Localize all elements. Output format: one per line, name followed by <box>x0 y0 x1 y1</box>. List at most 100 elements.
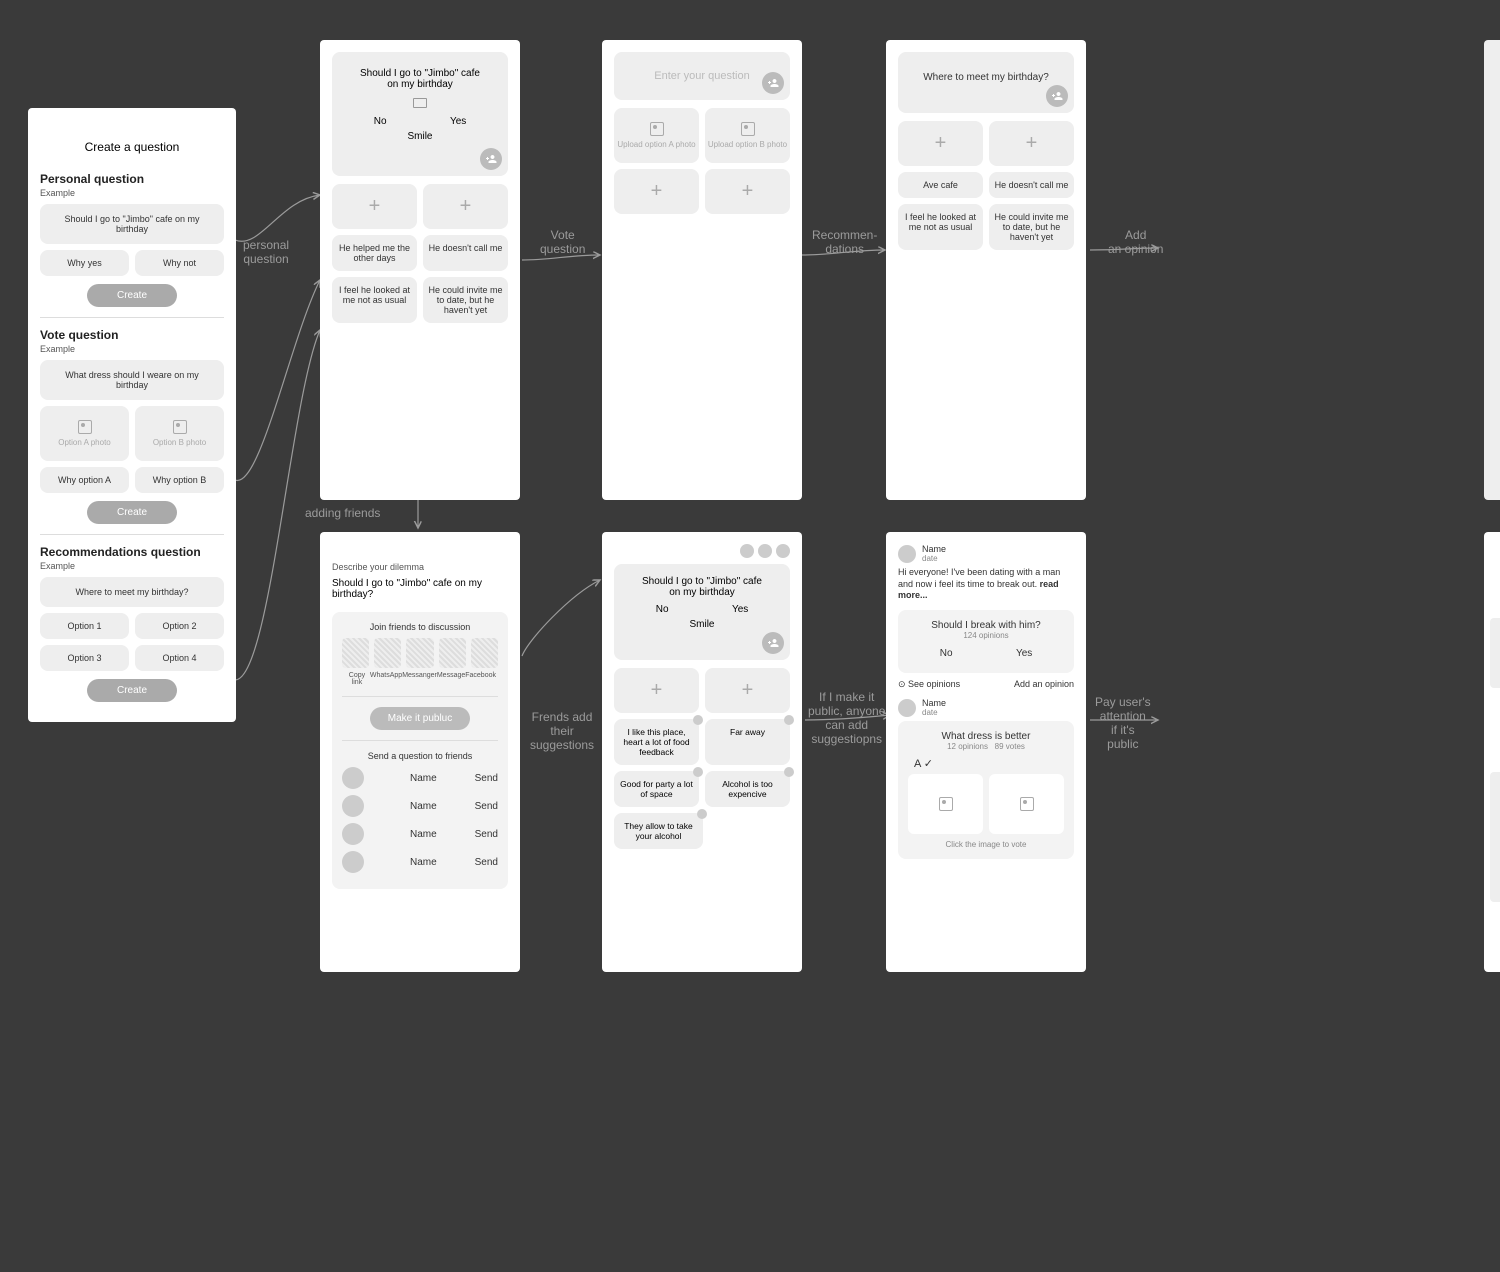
option-1[interactable]: Option 1 <box>40 613 129 639</box>
option-card[interactable]: He could invite me to date, but he haven… <box>989 204 1074 250</box>
option-card[interactable]: Ave cafe <box>898 172 983 198</box>
recom-question: Where to meet my birthday? <box>898 52 1074 113</box>
vote-smile[interactable]: Smile <box>689 619 714 630</box>
suggestion-card[interactable]: Good for party a lot of space <box>614 771 699 807</box>
option-3[interactable]: Option 3 <box>40 645 129 671</box>
upload-a[interactable]: Upload option A photo <box>614 108 699 163</box>
add-suggestion-plus[interactable]: + <box>614 668 699 713</box>
vote-image-b[interactable] <box>989 774 1064 834</box>
vote-yes[interactable]: Yes <box>450 116 466 127</box>
screen-create-question: Create a question Personal question Exam… <box>28 108 236 722</box>
share-qr[interactable] <box>342 638 369 668</box>
suggestion-card[interactable]: I like this place, heart a lot of food f… <box>614 719 699 765</box>
vote-title: Vote question <box>40 328 224 342</box>
option-b-photo[interactable]: Option B photo <box>135 406 224 461</box>
vote-example-label: Example <box>40 344 224 354</box>
add-option-plus[interactable]: + <box>989 121 1074 166</box>
avatar-stack[interactable] <box>740 544 790 558</box>
page-title: Create a question <box>40 140 224 154</box>
send-link[interactable]: Send <box>475 857 498 868</box>
add-people-icon[interactable] <box>762 632 784 654</box>
upload-b[interactable]: Upload option B photo <box>705 108 790 163</box>
vote-yes[interactable]: Yes <box>1016 648 1032 659</box>
add-reason-plus[interactable]: + <box>614 169 699 214</box>
screen-public-feed: Name date Hi everyone! I've been dating … <box>886 532 1086 972</box>
recom-question-card[interactable]: Where to meet my birthday? <box>40 577 224 607</box>
vote-yes[interactable]: Yes <box>732 604 748 615</box>
personal-question-card[interactable]: Should I go to "Jimbo" cafe on my birthd… <box>40 204 224 244</box>
share-messenger[interactable]: Messanger <box>402 672 437 686</box>
why-not[interactable]: Why not <box>135 250 224 276</box>
add-suggestion-plus[interactable]: + <box>705 668 790 713</box>
personal-example-label: Example <box>40 188 224 198</box>
screen-recom-detail: Where to meet my birthday? + + Ave cafe … <box>886 40 1086 500</box>
send-link[interactable]: Send <box>475 829 498 840</box>
vote-no[interactable]: No <box>940 648 953 659</box>
label-recom: Recommen- dations <box>812 228 877 256</box>
vote-no[interactable]: No <box>374 116 387 127</box>
why-yes[interactable]: Why yes <box>40 250 129 276</box>
label-public: If I make it public, anyone can add sugg… <box>808 690 885 746</box>
reason-card[interactable]: I feel he looked at me not as usual <box>332 277 417 323</box>
image-icon <box>939 797 953 811</box>
create-button[interactable]: Create <box>87 284 177 307</box>
make-public-button[interactable]: Make it publuc <box>370 707 470 730</box>
screen-suggestions: Should I go to "Jimbo" cafe on my birthd… <box>602 532 802 972</box>
add-people-icon[interactable] <box>762 72 784 94</box>
create-button[interactable]: Create <box>87 679 177 702</box>
share-qr[interactable] <box>374 638 401 668</box>
share-whatsapp[interactable]: WhatsApp <box>370 672 402 686</box>
add-reason-plus[interactable]: + <box>423 184 508 229</box>
friend-row: NameSend <box>342 767 498 789</box>
image-icon <box>173 420 187 434</box>
dilemma-text[interactable]: Should I go to "Jimbo" cafe on my birthd… <box>332 578 508 600</box>
recom-example-label: Example <box>40 561 224 571</box>
send-title: Send a question to friends <box>342 751 498 761</box>
screen-partial-bottom <box>1484 532 1500 972</box>
option-a-photo[interactable]: Option A photo <box>40 406 129 461</box>
avatar <box>342 823 364 845</box>
vote-no[interactable]: No <box>656 604 669 615</box>
see-opinions-link[interactable]: ⊙ See opinions <box>898 679 960 690</box>
share-copy-link[interactable]: Copy link <box>344 672 370 686</box>
question-input[interactable]: Enter your question <box>614 52 790 100</box>
send-link[interactable]: Send <box>475 801 498 812</box>
option-card[interactable]: I feel he looked at me not as usual <box>898 204 983 250</box>
send-link[interactable]: Send <box>475 773 498 784</box>
share-qr[interactable] <box>439 638 466 668</box>
add-option-plus[interactable]: + <box>898 121 983 166</box>
add-opinion-link[interactable]: Add an opinion <box>1014 679 1074 690</box>
option-2[interactable]: Option 2 <box>135 613 224 639</box>
vote-question-card[interactable]: What dress should I weare on my birthday <box>40 360 224 400</box>
personal-title: Personal question <box>40 172 224 186</box>
add-reason-plus[interactable]: + <box>332 184 417 229</box>
reason-card[interactable]: He could invite me to date, but he haven… <box>423 277 508 323</box>
map-icon <box>413 98 427 108</box>
opinion-count: 124 opinions <box>908 631 1064 640</box>
share-message[interactable]: Message <box>437 672 465 686</box>
suggestion-card[interactable]: They allow to take your alcohol <box>614 813 703 849</box>
option-card[interactable]: He doesn't call me <box>989 172 1074 198</box>
screen-personal-detail: Should I go to "Jimbo" cafe on my birthd… <box>320 40 520 500</box>
post-date: date <box>922 554 946 563</box>
suggestion-card[interactable]: Alcohol is too expencive <box>705 771 790 807</box>
add-people-icon[interactable] <box>480 148 502 170</box>
screen-share: Describe your dilemma Should I go to "Ji… <box>320 532 520 972</box>
post-date: date <box>922 708 946 717</box>
reason-card[interactable]: He doesn't call me <box>423 235 508 271</box>
author-dot-icon <box>697 809 707 819</box>
share-qr[interactable] <box>471 638 498 668</box>
why-option-b[interactable]: Why option B <box>135 467 224 493</box>
suggestion-card[interactable]: Far away <box>705 719 790 765</box>
create-button[interactable]: Create <box>87 501 177 524</box>
vote-smile[interactable]: Smile <box>407 131 432 142</box>
avatar <box>898 699 916 717</box>
share-facebook[interactable]: Facebook <box>465 672 496 686</box>
option-4[interactable]: Option 4 <box>135 645 224 671</box>
vote-image-a[interactable] <box>908 774 983 834</box>
add-people-icon[interactable] <box>1046 85 1068 107</box>
why-option-a[interactable]: Why option A <box>40 467 129 493</box>
add-reason-plus[interactable]: + <box>705 169 790 214</box>
reason-card[interactable]: He helped me the other days <box>332 235 417 271</box>
share-qr[interactable] <box>406 638 433 668</box>
